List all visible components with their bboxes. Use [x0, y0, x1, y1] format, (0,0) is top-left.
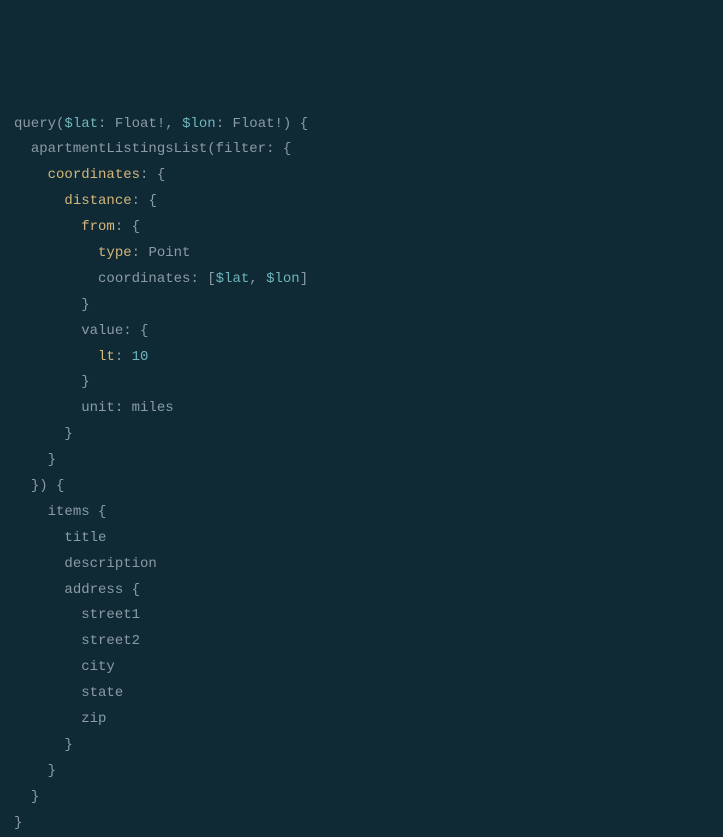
function-name: apartmentListingsList [31, 141, 207, 157]
variable-lat: $lat [64, 116, 98, 132]
field-state: state [81, 685, 123, 701]
keyword-type: type [98, 245, 132, 261]
keyword-query: query [14, 116, 56, 132]
keyword-lt: lt [98, 349, 115, 365]
code-block: query($lat: Float!, $lon: Float!) { apar… [14, 116, 308, 831]
type-float-1: Float [115, 116, 157, 132]
keyword-filter: filter [216, 141, 266, 157]
number-10: 10 [132, 349, 149, 365]
keyword-items: items [48, 504, 90, 520]
field-title: title [64, 530, 106, 546]
keyword-unit: unit [81, 400, 115, 416]
keyword-coords-inner: coordinates [98, 271, 190, 287]
keyword-from: from [81, 219, 115, 235]
value-point: Point [148, 245, 190, 261]
field-city: city [81, 659, 115, 675]
field-street1: street1 [81, 607, 140, 623]
value-miles: miles [132, 400, 174, 416]
field-zip: zip [81, 711, 106, 727]
keyword-coordinates: coordinates [48, 167, 140, 183]
type-float-2: Float [233, 116, 275, 132]
field-description: description [64, 556, 156, 572]
var-lat-inner: $lat [216, 271, 250, 287]
field-street2: street2 [81, 633, 140, 649]
var-lon-inner: $lon [266, 271, 300, 287]
keyword-value: value [81, 323, 123, 339]
variable-lon: $lon [182, 116, 216, 132]
field-address: address [64, 582, 123, 598]
keyword-distance: distance [64, 193, 131, 209]
